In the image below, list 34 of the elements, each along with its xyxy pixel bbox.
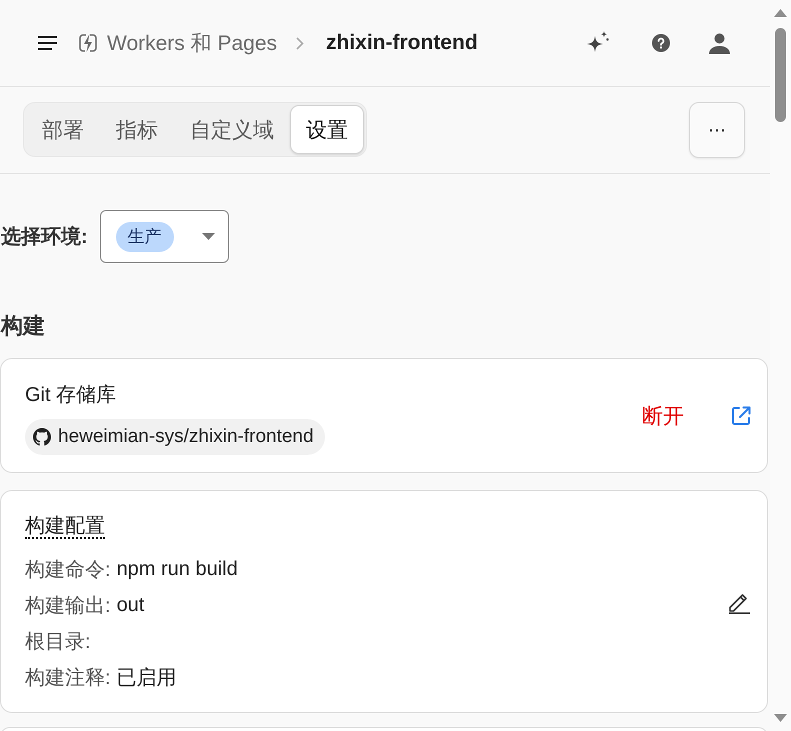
bolt-icon	[79, 33, 97, 53]
scrollbar-thumb[interactable]	[775, 28, 786, 122]
page-title: zhixin-frontend	[326, 31, 478, 55]
breadcrumb-link[interactable]: Workers 和 Pages	[107, 29, 277, 57]
repository-chip[interactable]: heweimian-sys/zhixin-frontend	[25, 419, 325, 455]
config-value: 已启用	[116, 666, 177, 690]
repository-title: Git 存储库	[25, 383, 116, 407]
environment-label: 选择环境:	[0, 224, 88, 250]
environment-chip: 生产	[116, 222, 174, 252]
tab[interactable]: 自定义域	[174, 105, 290, 154]
config-value: out	[116, 594, 144, 616]
tab[interactable]: 设置	[290, 105, 364, 154]
help-icon[interactable]	[652, 34, 670, 52]
github-icon	[33, 428, 51, 446]
repository-name: heweimian-sys/zhixin-frontend	[58, 426, 314, 448]
chevron-icon	[296, 36, 304, 50]
config-label: 构建命令:	[25, 558, 111, 582]
scroll-up-icon[interactable]	[774, 9, 787, 17]
scroll-down-icon[interactable]	[774, 714, 787, 722]
menu-icon[interactable]	[38, 36, 57, 50]
config-label: 构建输出:	[25, 594, 111, 618]
caret-icon	[202, 233, 215, 240]
config-label: 构建注释:	[25, 666, 111, 690]
tab[interactable]: 部署	[26, 105, 100, 154]
config-title: 构建配置	[25, 515, 105, 539]
environment-select[interactable]: 生产	[100, 210, 229, 263]
external-link-icon[interactable]	[730, 405, 752, 427]
disconnect-link[interactable]: 断开	[642, 402, 684, 430]
tab[interactable]: 指标	[100, 105, 174, 154]
config-label: 根目录:	[25, 630, 91, 654]
more-button[interactable]: ⋯	[689, 102, 745, 158]
section-heading: 构建	[0, 312, 46, 340]
user-icon[interactable]	[709, 32, 730, 54]
config-value: npm run build	[116, 558, 238, 580]
